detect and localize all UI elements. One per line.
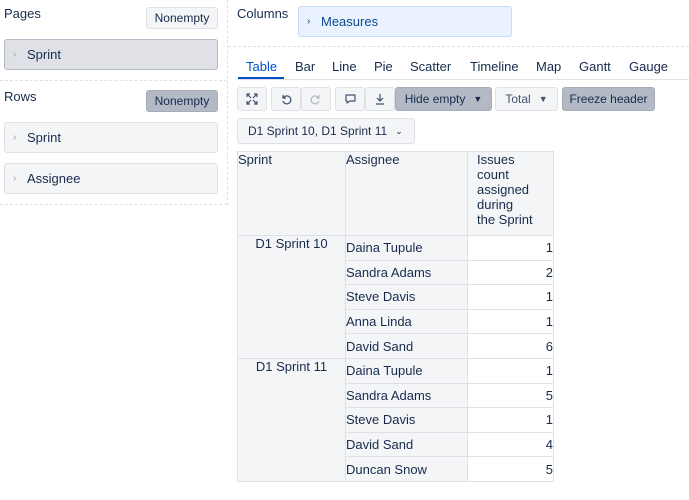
total-label: Total bbox=[505, 92, 531, 106]
assignee-cell[interactable]: David Sand bbox=[345, 431, 468, 458]
comment-icon bbox=[344, 94, 356, 104]
value-cell[interactable]: 1 bbox=[467, 235, 554, 261]
tab-pie[interactable]: Pie bbox=[374, 59, 393, 74]
undo-icon bbox=[282, 95, 292, 105]
value-cell[interactable]: 2 bbox=[467, 259, 554, 286]
measure-column-header[interactable]: Issues count assigned during the Sprint bbox=[467, 151, 554, 236]
value-cell[interactable]: 6 bbox=[467, 333, 554, 359]
assignee-cell[interactable]: Anna Linda bbox=[345, 308, 468, 335]
value-cell[interactable]: 1 bbox=[467, 308, 554, 335]
assignee-cell[interactable]: Sandra Adams bbox=[345, 259, 468, 286]
hide-empty-dropdown[interactable]: Hide empty ▼ bbox=[395, 87, 492, 111]
tab-line[interactable]: Line bbox=[332, 59, 357, 74]
panel-divider bbox=[227, 0, 228, 205]
header-line: Issues bbox=[477, 152, 515, 167]
assignee-cell[interactable]: Steve Davis bbox=[345, 407, 468, 433]
tab-map[interactable]: Map bbox=[536, 59, 561, 74]
freeze-header-button[interactable]: Freeze header bbox=[562, 87, 655, 111]
assignee-cell[interactable]: Daina Tupule bbox=[345, 357, 468, 384]
value-cell[interactable]: 1 bbox=[467, 357, 554, 384]
assignee-cell[interactable]: David Sand bbox=[345, 333, 468, 359]
tab-bar[interactable]: Bar bbox=[295, 59, 315, 74]
assignee-column-header[interactable]: Assignee bbox=[345, 151, 468, 236]
rows-dimension-assignee[interactable]: › Assignee bbox=[4, 163, 218, 194]
chevron-right-icon: › bbox=[13, 49, 17, 60]
pages-label: Pages bbox=[4, 6, 41, 21]
page-filter-value: D1 Sprint 10, D1 Sprint 11 bbox=[248, 124, 388, 138]
fullscreen-button[interactable] bbox=[237, 87, 267, 111]
comment-button[interactable] bbox=[335, 87, 365, 111]
header-line: during bbox=[477, 197, 514, 212]
value-cell[interactable]: 1 bbox=[467, 407, 554, 433]
sprint-column-header[interactable]: Sprint bbox=[237, 151, 346, 236]
page-filter-dropdown[interactable]: D1 Sprint 10, D1 Sprint 11 ⌄ bbox=[237, 118, 415, 144]
chevron-right-icon: › bbox=[13, 173, 17, 184]
chevron-right-icon: › bbox=[13, 132, 17, 143]
dimension-label: Assignee bbox=[27, 171, 81, 186]
tab-timeline[interactable]: Timeline bbox=[470, 59, 519, 74]
hide-empty-label: Hide empty bbox=[404, 92, 466, 106]
columns-dimension-measures[interactable]: › Measures bbox=[298, 6, 512, 37]
dimension-label: Sprint bbox=[27, 130, 61, 145]
download-icon bbox=[376, 94, 384, 105]
chevron-down-icon: ⌄ bbox=[395, 125, 403, 136]
section-divider bbox=[228, 46, 689, 47]
table-row: D1 Sprint 11 Daina Tupule 1 bbox=[237, 357, 554, 482]
tab-scatter[interactable]: Scatter bbox=[410, 59, 451, 74]
dimension-label: Measures bbox=[321, 14, 379, 29]
header-line: assigned bbox=[477, 182, 530, 197]
section-divider bbox=[0, 80, 227, 81]
tab-gantt[interactable]: Gantt bbox=[579, 59, 611, 74]
rows-label: Rows bbox=[4, 89, 37, 104]
pages-nonempty-button[interactable]: Nonempty bbox=[146, 7, 218, 29]
export-button[interactable] bbox=[365, 87, 395, 111]
tab-gauge[interactable]: Gauge bbox=[629, 59, 668, 74]
total-dropdown[interactable]: Total ▼ bbox=[495, 87, 558, 111]
table-row: D1 Sprint 10 Daina Tupule 1 bbox=[237, 235, 554, 359]
value-cell[interactable]: 1 bbox=[467, 284, 554, 310]
columns-label: Columns bbox=[237, 6, 289, 21]
header-line: the Sprint bbox=[477, 212, 533, 227]
redo-icon bbox=[310, 95, 320, 105]
assignee-cell[interactable]: Sandra Adams bbox=[345, 382, 468, 409]
sprint-cell[interactable]: D1 Sprint 11 bbox=[237, 357, 346, 482]
pages-dimension-sprint[interactable]: › Sprint bbox=[4, 39, 218, 70]
value-cell[interactable]: 4 bbox=[467, 431, 554, 458]
header-line: count bbox=[477, 167, 509, 182]
dimension-label: Sprint bbox=[27, 47, 61, 62]
value-cell[interactable]: 5 bbox=[467, 382, 554, 409]
value-cell[interactable]: 5 bbox=[467, 456, 554, 482]
assignee-cell[interactable]: Duncan Snow bbox=[345, 456, 468, 482]
tabs-divider bbox=[238, 79, 689, 80]
expand-icon bbox=[246, 93, 258, 105]
sprint-cell[interactable]: D1 Sprint 10 bbox=[237, 235, 346, 359]
chevron-down-icon: ▼ bbox=[473, 94, 483, 104]
assignee-cell[interactable]: Steve Davis bbox=[345, 284, 468, 310]
chevron-down-icon: ▼ bbox=[538, 94, 548, 104]
undo-button[interactable] bbox=[271, 87, 301, 111]
rows-nonempty-button[interactable]: Nonempty bbox=[146, 90, 218, 112]
redo-button[interactable] bbox=[301, 87, 331, 111]
chevron-right-icon: › bbox=[307, 16, 311, 27]
tab-table[interactable]: Table bbox=[246, 59, 277, 74]
section-divider bbox=[0, 204, 227, 205]
assignee-cell[interactable]: Daina Tupule bbox=[345, 235, 468, 261]
results-table: Sprint Assignee Issues count assigned du… bbox=[237, 151, 554, 482]
rows-dimension-sprint[interactable]: › Sprint bbox=[4, 122, 218, 153]
